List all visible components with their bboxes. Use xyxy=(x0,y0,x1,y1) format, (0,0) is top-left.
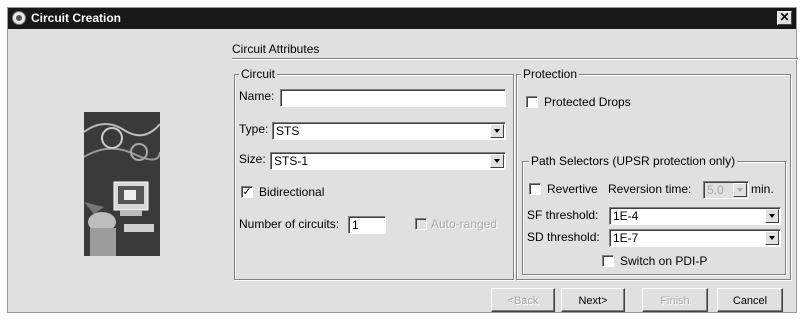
wizard-illustration xyxy=(84,112,160,256)
chevron-down-icon[interactable] xyxy=(490,124,504,138)
type-value: STS xyxy=(276,124,300,138)
chevron-down-icon[interactable] xyxy=(490,154,504,168)
circuit-group: Circuit Name: Type: STS Size: STS-1 ✓ Bi… xyxy=(234,67,514,280)
auto-ranged-checkbox[interactable] xyxy=(415,218,427,230)
path-selectors-group: Path Selectors (UPSR protection only) Re… xyxy=(522,154,786,275)
switch-on-pdi-checkbox[interactable] xyxy=(602,255,614,267)
auto-ranged-label: Auto-ranged xyxy=(431,217,498,231)
number-of-circuits-field[interactable] xyxy=(348,216,386,234)
reversion-time-label: Reversion time: xyxy=(608,182,692,196)
sf-threshold-select[interactable]: 1E-4 xyxy=(609,207,781,225)
close-button[interactable]: ✕ xyxy=(777,11,792,25)
back-button[interactable]: <Back xyxy=(491,288,555,312)
chevron-down-icon[interactable] xyxy=(733,183,747,197)
revertive-label: Revertive xyxy=(547,182,598,196)
reversion-unit-label: min. xyxy=(751,182,774,196)
name-field[interactable] xyxy=(280,89,506,107)
cancel-button[interactable]: Cancel xyxy=(717,288,783,312)
size-value: STS-1 xyxy=(274,154,309,168)
circuit-globe-icon xyxy=(12,11,26,25)
circuit-creation-dialog: Circuit Creation ✕ Circuit Attributes Ci… xyxy=(7,7,798,313)
sf-threshold-label: SF threshold: xyxy=(527,208,599,222)
number-of-circuits-label: Number of circuits: xyxy=(239,217,340,231)
chevron-down-icon[interactable] xyxy=(765,231,779,245)
sd-threshold-select[interactable]: 1E-7 xyxy=(609,229,781,247)
section-divider xyxy=(232,58,798,60)
protection-legend: Protection xyxy=(521,67,580,81)
reversion-time-value: 5.0 xyxy=(707,183,724,197)
protected-drops-label: Protected Drops xyxy=(544,95,631,109)
type-label: Type: xyxy=(239,122,269,136)
switch-on-pdi-label: Switch on PDI-P xyxy=(620,254,708,268)
type-select[interactable]: STS xyxy=(272,122,506,140)
size-label: Size: xyxy=(239,152,266,166)
network-operator-illustration xyxy=(84,112,160,256)
chevron-down-icon[interactable] xyxy=(765,209,779,223)
name-label: Name: xyxy=(239,89,275,103)
reversion-time-select[interactable]: 5.0 xyxy=(703,181,749,199)
window-title: Circuit Creation xyxy=(31,11,122,25)
sd-threshold-label: SD threshold: xyxy=(527,230,600,244)
bidirectional-label: Bidirectional xyxy=(259,185,325,199)
sd-threshold-value: 1E-7 xyxy=(613,231,639,245)
next-button[interactable]: Next> xyxy=(561,288,625,312)
finish-button[interactable]: Finish xyxy=(642,288,708,312)
circuit-attributes-title: Circuit Attributes xyxy=(232,42,320,56)
size-select[interactable]: STS-1 xyxy=(270,152,506,170)
path-selectors-legend: Path Selectors (UPSR protection only) xyxy=(529,154,738,168)
revertive-checkbox[interactable] xyxy=(529,183,541,195)
protection-group: Protection Protected Drops Path Selector… xyxy=(516,67,791,280)
protected-drops-checkbox[interactable] xyxy=(526,96,538,108)
sf-threshold-value: 1E-4 xyxy=(613,209,639,223)
bidirectional-checkbox[interactable]: ✓ xyxy=(241,186,253,198)
circuit-legend: Circuit xyxy=(239,67,278,81)
title-bar[interactable]: Circuit Creation ✕ xyxy=(8,8,796,29)
